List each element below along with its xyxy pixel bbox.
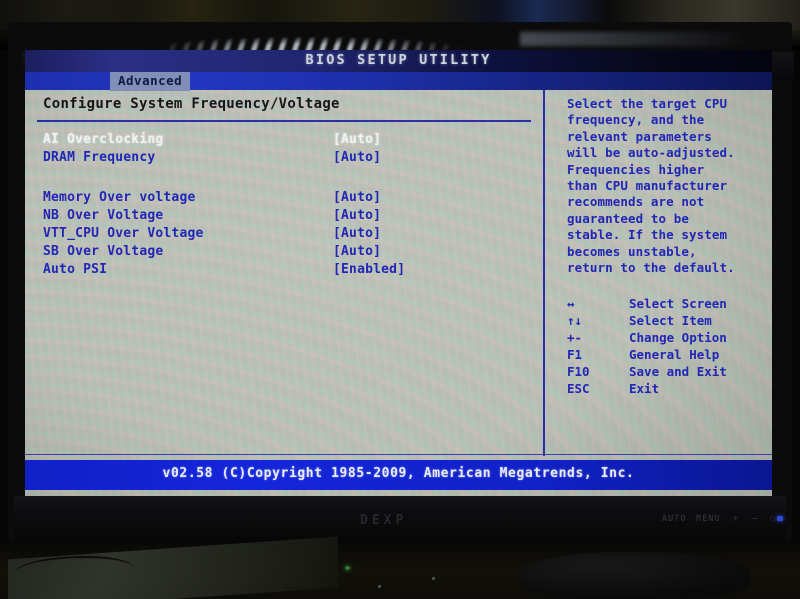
power-led-indicator (777, 516, 783, 521)
help-panel: Select the target CPU frequency, and the r… (553, 90, 772, 456)
legend-row: +- Change Option (567, 330, 772, 347)
help-line: than CPU manufacturer (567, 178, 728, 194)
setting-value[interactable]: [Auto] (333, 244, 381, 259)
desk-object (520, 552, 750, 599)
legend-action: Save and Exit (629, 364, 727, 379)
footer-divider (25, 454, 772, 455)
setting-value[interactable]: [Auto] (333, 208, 381, 223)
setting-label: VTT_CPU Over Voltage (43, 226, 204, 241)
bios-title-bar: BIOS SETUP UTILITY (25, 50, 772, 72)
legend-action: Select Item (629, 313, 712, 328)
legend-row: ↑↓ Select Item (567, 313, 772, 330)
help-line: recommends are not (567, 194, 705, 210)
setting-value[interactable]: [Auto] (333, 150, 381, 165)
legend-key: ↑↓ (567, 313, 583, 328)
setting-row[interactable]: Memory Over voltage [Auto] (25, 190, 543, 208)
legend-action: Change Option (629, 330, 727, 345)
setting-row[interactable]: VTT_CPU Over Voltage [Auto] (25, 226, 543, 244)
legend-row: F1 General Help (567, 347, 772, 364)
legend-action: General Help (629, 347, 720, 362)
photo-of-monitor-scene: BIOS SETUP UTILITY Advanced Configure Sy… (0, 0, 800, 599)
setting-label: Auto PSI (43, 262, 108, 277)
setting-label: SB Over Voltage (43, 244, 164, 259)
settings-group-spacer (25, 168, 543, 190)
legend-key: ↔ (567, 296, 575, 311)
section-divider (37, 120, 531, 122)
setting-row[interactable]: AI Overclocking [Auto] (25, 132, 543, 150)
bios-body: Configure System Frequency/Voltage AI Ov… (25, 90, 772, 456)
legend-key: F1 (567, 347, 583, 362)
help-line: frequency, and the (567, 112, 705, 128)
bezel-glare-secondary (520, 32, 800, 46)
setting-label: Memory Over voltage (43, 190, 196, 205)
copyright-text: v02.58 (C)Copyright 1985-2009, American … (162, 466, 635, 481)
help-text: Select the target CPU frequency, and the r… (567, 96, 772, 276)
help-line: return to the default. (567, 260, 735, 276)
legend-key: F10 (567, 364, 590, 379)
monitor-brand-logo: DEXP (360, 513, 408, 528)
help-line: will be auto-adjusted. (567, 145, 735, 161)
setting-value[interactable]: [Auto] (333, 132, 381, 147)
legend-row: ESC Exit (567, 381, 772, 398)
bios-screen: BIOS SETUP UTILITY Advanced Configure Sy… (25, 50, 772, 496)
tab-advanced[interactable]: Advanced (110, 72, 191, 91)
settings-list: AI Overclocking [Auto] DRAM Frequency [Auto… (25, 132, 543, 280)
legend-key: ESC (567, 381, 590, 396)
osd-button-[interactable]: + (733, 514, 739, 524)
help-line: Select the target CPU (567, 96, 728, 111)
setting-row[interactable]: NB Over Voltage [Auto] (25, 208, 543, 226)
setting-label: DRAM Frequency (43, 150, 156, 165)
setting-value[interactable]: [Auto] (333, 190, 381, 205)
panel-divider (543, 90, 545, 456)
setting-row[interactable]: DRAM Frequency [Auto] (25, 150, 543, 168)
section-title: Configure System Frequency/Voltage (43, 96, 340, 112)
key-legend: ↔ Select Screen ↑↓ Select Item +- Change Opti… (567, 296, 772, 398)
legend-action: Exit (629, 381, 660, 396)
osd-button-[interactable]: − (752, 514, 758, 524)
page-title: BIOS SETUP UTILITY (305, 52, 492, 68)
setting-row[interactable]: Auto PSI [Enabled] (25, 262, 543, 280)
osd-button-menu[interactable]: MENU (696, 514, 720, 524)
osd-button-[interactable]: ○ (770, 514, 776, 524)
setting-value[interactable]: [Auto] (333, 226, 381, 241)
legend-row: F10 Save and Exit (567, 364, 772, 381)
help-line: Frequencies higher (567, 161, 705, 177)
legend-action: Select Screen (629, 296, 727, 311)
help-line: relevant parameters (567, 128, 712, 144)
setting-label: NB Over Voltage (43, 208, 164, 223)
desk-glint (378, 585, 381, 588)
setting-row[interactable]: SB Over Voltage [Auto] (25, 244, 543, 262)
settings-panel: Configure System Frequency/Voltage AI Ov… (25, 90, 543, 456)
bios-footer-bar: v02.58 (C)Copyright 1985-2009, American … (25, 460, 772, 490)
setting-value[interactable]: [Enabled] (333, 262, 405, 277)
help-line: stable. If the system (567, 227, 728, 243)
help-line: becomes unstable, (567, 243, 697, 259)
desk-glint (432, 577, 435, 580)
legend-key: +- (567, 330, 583, 345)
help-line: guaranteed to be (567, 210, 690, 226)
osd-button-auto[interactable]: AUTO (662, 514, 686, 524)
device-green-led (345, 566, 350, 570)
setting-label: AI Overclocking (43, 132, 164, 147)
legend-row: ↔ Select Screen (567, 296, 772, 313)
